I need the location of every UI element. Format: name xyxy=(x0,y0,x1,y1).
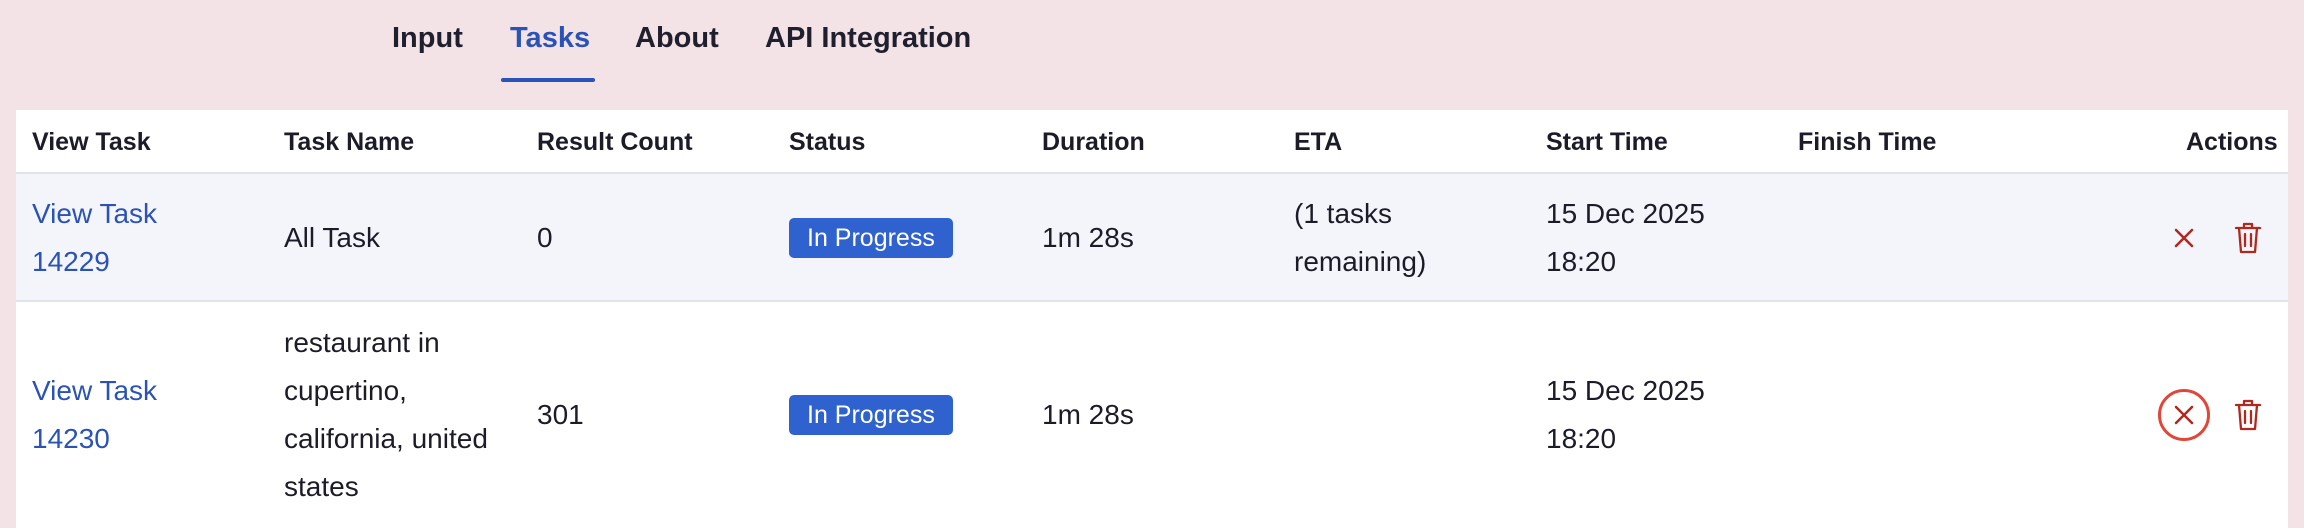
header-status: Status xyxy=(789,128,866,156)
delete-task-button[interactable] xyxy=(2228,395,2268,435)
trash-icon xyxy=(2234,222,2262,254)
start-time: 15 Dec 2025 18:20 xyxy=(1546,198,1705,277)
header-view-task: View Task xyxy=(32,128,151,156)
tab-about[interactable]: About xyxy=(635,22,719,62)
trash-icon xyxy=(2234,399,2262,431)
view-task-link[interactable]: View Task 14230 xyxy=(32,367,157,463)
start-time: 15 Dec 2025 18:20 xyxy=(1546,375,1705,454)
header-eta: ETA xyxy=(1294,128,1343,156)
tab-bar: Input Tasks About API Integration xyxy=(0,0,2304,92)
task-name: restaurant in cupertino, california, uni… xyxy=(284,327,488,502)
table-row: View Task 14230 restaurant in cupertino,… xyxy=(16,302,2288,528)
view-task-link[interactable]: View Task 14229 xyxy=(32,190,157,286)
header-result-count: Result Count xyxy=(537,128,693,156)
tab-api-integration[interactable]: API Integration xyxy=(765,22,971,62)
focus-ring xyxy=(2158,389,2210,441)
status-badge: In Progress xyxy=(789,395,953,435)
eta: (1 tasks remaining) xyxy=(1294,198,1427,277)
task-name: All Task xyxy=(284,222,380,253)
status-badge: In Progress xyxy=(789,218,953,258)
header-task-name: Task Name xyxy=(284,128,415,156)
tab-input[interactable]: Input xyxy=(392,22,463,62)
header-actions: Actions xyxy=(2186,128,2278,156)
close-icon xyxy=(2174,228,2194,248)
active-tab-indicator xyxy=(501,78,595,82)
cancel-task-button[interactable] xyxy=(2158,389,2210,441)
result-count: 301 xyxy=(537,399,584,430)
tasks-table: View Task Task Name Result Count Status … xyxy=(16,110,2288,528)
table-header: View Task Task Name Result Count Status … xyxy=(16,110,2288,174)
header-duration: Duration xyxy=(1042,128,1145,156)
result-count: 0 xyxy=(537,222,553,253)
duration: 1m 28s xyxy=(1042,222,1134,253)
cancel-task-button[interactable] xyxy=(2164,218,2204,258)
delete-task-button[interactable] xyxy=(2228,218,2268,258)
table-row: View Task 14229 All Task 0 In Progress 1… xyxy=(16,174,2288,302)
duration: 1m 28s xyxy=(1042,399,1134,430)
header-start-time: Start Time xyxy=(1546,128,1668,156)
tab-tasks[interactable]: Tasks xyxy=(510,22,590,62)
header-finish-time: Finish Time xyxy=(1798,128,1937,156)
